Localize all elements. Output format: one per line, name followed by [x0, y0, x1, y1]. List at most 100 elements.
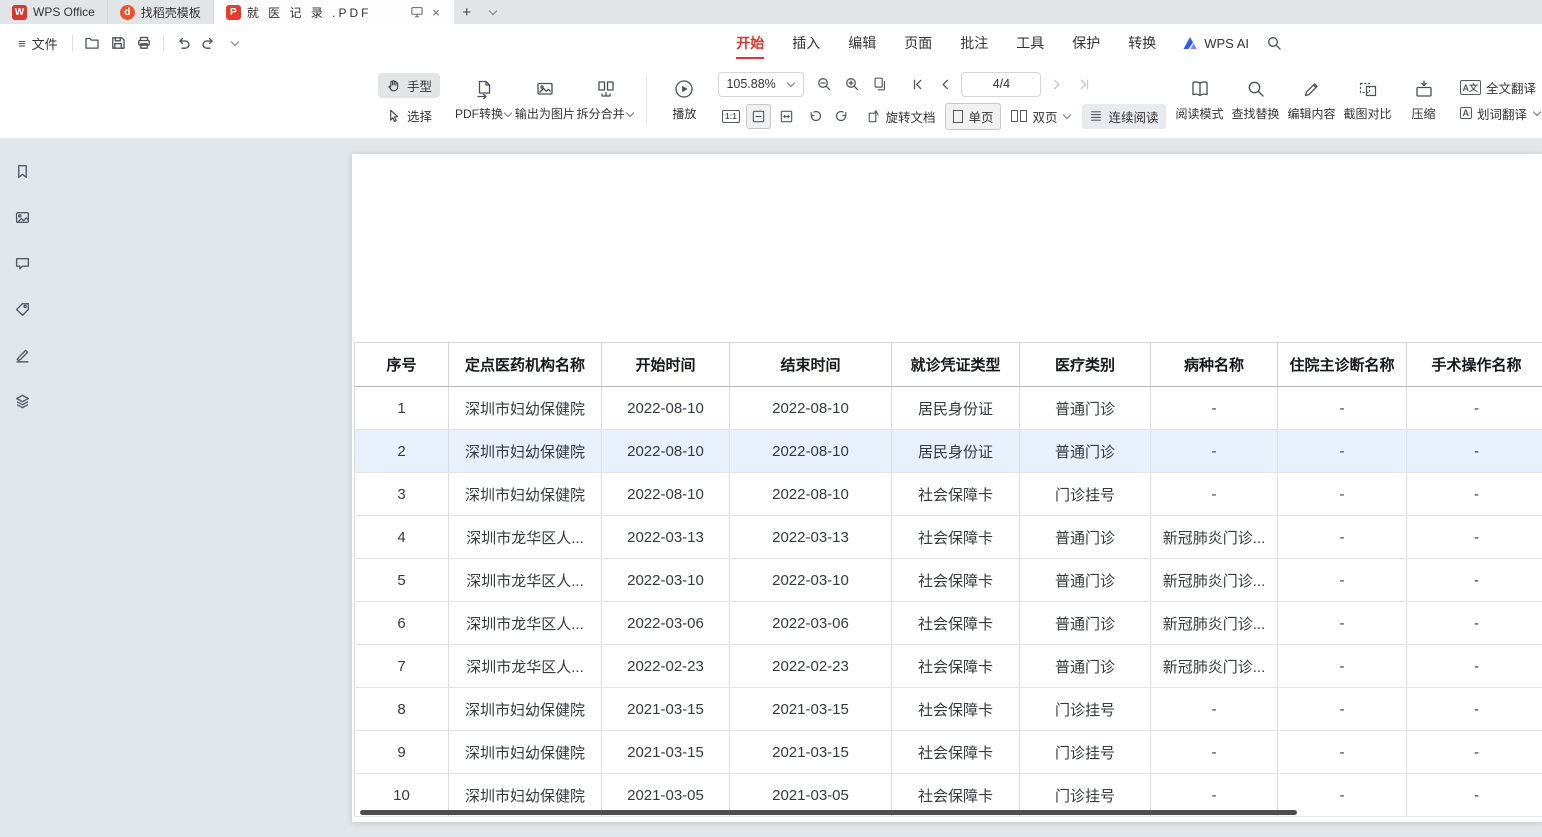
- horizontal-scrollbar[interactable]: [360, 810, 1297, 815]
- column-header: 住院主诊断名称: [1278, 343, 1407, 387]
- table-cell: 普通门诊: [1020, 559, 1151, 602]
- bookmark-icon[interactable]: [10, 159, 34, 183]
- table-cell: 深圳市妇幼保健院: [449, 688, 602, 731]
- table-cell: 深圳市妇幼保健院: [449, 473, 602, 516]
- search-icon[interactable]: [1261, 30, 1287, 56]
- double-page-button[interactable]: 双页: [1004, 104, 1079, 129]
- reading-mode-button[interactable]: 阅读模式: [1172, 74, 1228, 126]
- book-icon: [1190, 78, 1210, 100]
- split-merge-button[interactable]: 拆分合并: [576, 74, 636, 126]
- compress-icon: [1414, 78, 1434, 100]
- signature-icon[interactable]: [10, 343, 34, 367]
- compress-button[interactable]: 压缩: [1396, 74, 1452, 126]
- zoom-in-button[interactable]: [839, 72, 864, 97]
- rotate-left-button[interactable]: [802, 104, 827, 129]
- table-cell: -: [1407, 473, 1542, 516]
- column-header: 开始时间: [602, 343, 730, 387]
- single-page-button[interactable]: 单页: [945, 103, 1001, 130]
- tab-docer-templates[interactable]: d 找稻壳模板: [108, 0, 214, 24]
- actual-size-button[interactable]: 1:1: [718, 104, 743, 129]
- column-header: 定点医药机构名称: [449, 343, 602, 387]
- file-menu-label: 文件: [32, 34, 58, 53]
- table-cell: 2022-08-10: [602, 387, 730, 430]
- play-button[interactable]: 播放: [656, 74, 712, 126]
- tab-document-pdf[interactable]: P 就 医 记 录 .PDF ×: [214, 0, 454, 24]
- screenshot-compare-button[interactable]: 截图对比: [1340, 74, 1396, 126]
- table-row: 3深圳市妇幼保健院2022-08-102022-08-10社会保障卡门诊挂号--…: [355, 473, 1542, 516]
- last-page-button[interactable]: [1072, 72, 1097, 97]
- monitor-icon[interactable]: [410, 5, 424, 19]
- table-cell: -: [1278, 731, 1407, 774]
- menu-tab-工具[interactable]: 工具: [1002, 24, 1058, 62]
- cursor-icon: [386, 108, 401, 123]
- single-page-icon: [953, 110, 963, 123]
- menu-tab-开始[interactable]: 开始: [722, 24, 778, 62]
- menu-tab-编辑[interactable]: 编辑: [834, 24, 890, 62]
- new-tab-button[interactable]: +: [454, 0, 480, 24]
- fit-width-button[interactable]: [774, 104, 799, 129]
- first-page-button[interactable]: [905, 72, 930, 97]
- tag-icon[interactable]: [10, 297, 34, 321]
- fit-page-button[interactable]: [746, 104, 771, 129]
- edit-content-label: 编辑内容: [1288, 105, 1336, 122]
- table-cell: -: [1407, 559, 1542, 602]
- hand-tool-button[interactable]: 手型: [378, 73, 440, 98]
- wps-ai-label: WPS AI: [1204, 36, 1249, 51]
- tab-wps-office[interactable]: W WPS Office: [0, 0, 108, 24]
- table-cell: 深圳市妇幼保健院: [449, 387, 602, 430]
- column-header: 结束时间: [730, 343, 892, 387]
- table-cell: 2022-03-06: [602, 602, 730, 645]
- continuous-reading-button[interactable]: 连续阅读: [1082, 104, 1165, 129]
- table-cell: 新冠肺炎门诊...: [1151, 602, 1278, 645]
- zoom-out-button[interactable]: [811, 72, 836, 97]
- pdf-convert-button[interactable]: PDF转换: [454, 74, 514, 126]
- page-number-input[interactable]: 4/4: [961, 72, 1041, 97]
- tab-list-dropdown[interactable]: [480, 0, 506, 24]
- redo-button[interactable]: [196, 30, 222, 56]
- full-text-translate-button[interactable]: A文 全文翻译: [1460, 78, 1542, 97]
- thumbnail-icon[interactable]: [10, 205, 34, 229]
- table-cell: 7: [355, 645, 449, 688]
- menu-tab-批注[interactable]: 批注: [946, 24, 1002, 62]
- open-file-button[interactable]: [79, 30, 105, 56]
- save-button[interactable]: [105, 30, 131, 56]
- document-canvas: 序号定点医药机构名称开始时间结束时间就诊凭证类型医疗类别病种名称住院主诊断名称手…: [0, 139, 1542, 837]
- wps-ai-button[interactable]: WPS AI: [1170, 36, 1261, 51]
- next-page-button[interactable]: [1044, 72, 1069, 97]
- word-translate-button[interactable]: A 划词翻译: [1460, 104, 1542, 123]
- undo-button[interactable]: [170, 30, 196, 56]
- menu-tab-页面[interactable]: 页面: [890, 24, 946, 62]
- table-cell: -: [1151, 688, 1278, 731]
- close-tab-icon[interactable]: ×: [430, 5, 442, 20]
- table-cell: 2022-08-10: [730, 473, 892, 516]
- table-cell: 2021-03-15: [730, 688, 892, 731]
- rotate-right-button[interactable]: [830, 104, 855, 129]
- rotate-document-button[interactable]: 旋转文档: [858, 104, 942, 129]
- menu-tab-保护[interactable]: 保护: [1058, 24, 1114, 62]
- table-cell: 1: [355, 387, 449, 430]
- single-page-label: 单页: [968, 107, 993, 126]
- menu-tab-插入[interactable]: 插入: [778, 24, 834, 62]
- print-button[interactable]: [131, 30, 157, 56]
- file-menu-button[interactable]: ≡ 文件: [10, 30, 66, 57]
- menu-tab-转换[interactable]: 转换: [1114, 24, 1170, 62]
- zoom-level-select[interactable]: 105.88%: [718, 72, 804, 97]
- export-image-label: 输出为图片: [515, 105, 575, 122]
- prev-page-button[interactable]: [933, 72, 958, 97]
- table-cell: -: [1278, 559, 1407, 602]
- find-replace-button[interactable]: 查找替换: [1228, 74, 1284, 126]
- edit-content-button[interactable]: 编辑内容: [1284, 74, 1340, 126]
- table-cell: 普通门诊: [1020, 602, 1151, 645]
- reading-mode-label: 阅读模式: [1176, 105, 1224, 122]
- table-cell: 门诊挂号: [1020, 473, 1151, 516]
- word-translate-icon: A: [1460, 107, 1473, 119]
- translate-icon: A文: [1460, 80, 1482, 95]
- table-row: 9深圳市妇幼保健院2021-03-152021-03-15社会保障卡门诊挂号--…: [355, 731, 1542, 774]
- comment-icon[interactable]: [10, 251, 34, 275]
- extract-pages-icon[interactable]: [867, 72, 892, 97]
- tab-wps-office-label: WPS Office: [33, 5, 95, 19]
- history-dropdown[interactable]: [222, 30, 248, 56]
- select-tool-button[interactable]: 选择: [378, 103, 440, 128]
- layers-icon[interactable]: [10, 389, 34, 413]
- export-as-image-button[interactable]: 输出为图片: [514, 74, 576, 126]
